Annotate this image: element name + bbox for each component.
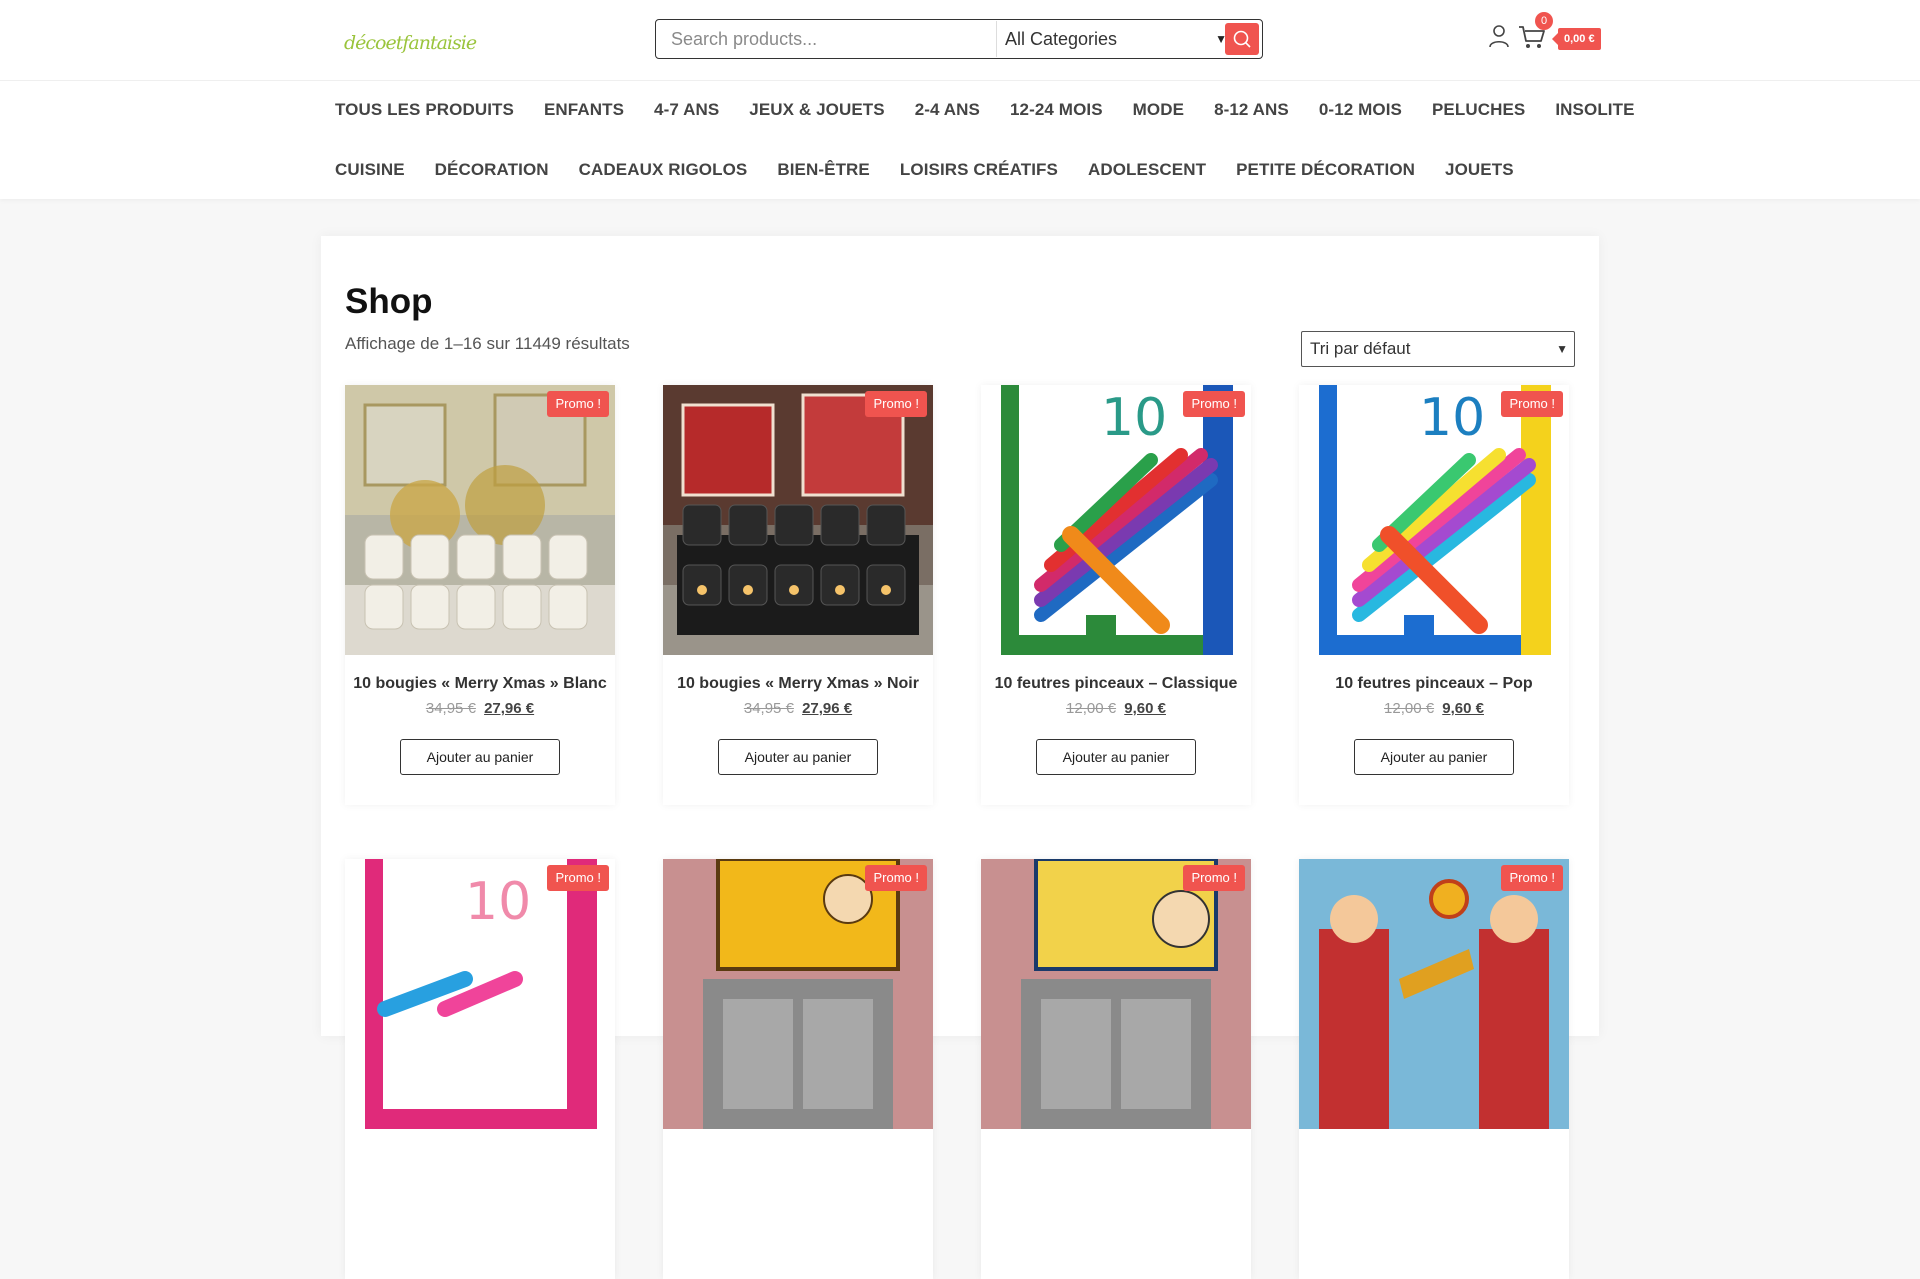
nav-item-4-7-ans[interactable]: 4-7 ANS xyxy=(654,100,719,120)
nav-item-12-24-mois[interactable]: 12-24 MOIS xyxy=(1010,100,1103,120)
top-bar: décoetfantaisie All Categories ▼ xyxy=(0,0,1920,81)
add-to-cart-button[interactable]: Ajouter au panier xyxy=(1354,739,1514,775)
add-to-cart-button[interactable]: Ajouter au panier xyxy=(718,739,878,775)
promo-badge: Promo ! xyxy=(547,391,609,417)
promo-badge: Promo ! xyxy=(1501,391,1563,417)
promo-badge: Promo ! xyxy=(547,865,609,891)
product-name[interactable]: 10 bougies « Merry Xmas » Blanc xyxy=(345,675,615,693)
chevron-down-icon: ▼ xyxy=(1556,342,1568,356)
product-card[interactable]: Promo ! xyxy=(981,859,1251,1279)
nav-item-0-12-mois[interactable]: 0-12 MOIS xyxy=(1319,100,1402,120)
nav-item-peluches[interactable]: PELUCHES xyxy=(1432,100,1525,120)
nav-item-8-12-ans[interactable]: 8-12 ANS xyxy=(1214,100,1289,120)
product-price: 34,95 € 27,96 € xyxy=(345,700,615,717)
search-input[interactable] xyxy=(657,21,995,57)
nav-item-bien-etre[interactable]: BIEN-ÊTRE xyxy=(777,160,870,180)
product-image-brush-pens-classic[interactable]: 10 Promo ! xyxy=(981,385,1251,655)
sale-price: 9,60 € xyxy=(1124,700,1166,717)
nav-item-jouets[interactable]: JOUETS xyxy=(1445,160,1514,180)
sale-price: 27,96 € xyxy=(484,700,535,717)
nav-row-1: TOUS LES PRODUITS ENFANTS 4-7 ANS JEUX &… xyxy=(335,80,1665,140)
cart-count-badge: 0 xyxy=(1535,12,1553,30)
product-card[interactable]: 10 Promo ! 10 feutres pinceaux – Pop 12,… xyxy=(1299,385,1569,805)
product-image-brush-pens-pink[interactable]: 10 Promo ! xyxy=(345,859,615,1129)
promo-badge: Promo ! xyxy=(865,865,927,891)
site-logo[interactable]: décoetfantaisie xyxy=(344,27,477,59)
site-header: décoetfantaisie All Categories ▼ xyxy=(0,0,1920,199)
nav-item-petite-decoration[interactable]: PETITE DÉCORATION xyxy=(1236,160,1415,180)
old-price: 34,95 € xyxy=(425,700,476,717)
nav-item-tous-les-produits[interactable]: TOUS LES PRODUITS xyxy=(335,100,514,120)
add-to-cart-button[interactable]: Ajouter au panier xyxy=(1036,739,1196,775)
category-select[interactable]: All Categories ▼ xyxy=(1005,20,1233,58)
add-to-cart-button[interactable]: Ajouter au panier xyxy=(400,739,560,775)
product-image-100-blagues-pourquoi[interactable]: Promo ! xyxy=(663,859,933,1129)
product-image-100-couples-celebres[interactable]: Promo ! xyxy=(981,859,1251,1129)
product-card[interactable]: Promo ! 10 bougies « Merry Xmas » Blanc … xyxy=(345,385,615,805)
nav-item-2-4-ans[interactable]: 2-4 ANS xyxy=(915,100,980,120)
product-card[interactable]: Promo ! 10 bougies « Merry Xmas » Noir 3… xyxy=(663,385,933,805)
promo-badge: Promo ! xyxy=(865,391,927,417)
product-price: 34,95 € 27,96 € xyxy=(663,700,933,717)
product-price: 12,00 € 9,60 € xyxy=(981,700,1251,717)
product-name[interactable]: 10 bougies « Merry Xmas » Noir xyxy=(663,675,933,693)
nav-item-decoration[interactable]: DÉCORATION xyxy=(435,160,549,180)
product-card[interactable]: Promo ! xyxy=(1299,859,1569,1279)
product-price: 12,00 € 9,60 € xyxy=(1299,700,1569,717)
shop-content: Shop Affichage de 1–16 sur 11449 résulta… xyxy=(321,236,1599,1279)
result-count: Affichage de 1–16 sur 11449 résultats xyxy=(345,334,630,353)
product-card[interactable]: Promo ! xyxy=(663,859,933,1279)
user-account-icon[interactable] xyxy=(1488,24,1510,48)
product-card[interactable]: 10 Promo ! xyxy=(345,859,615,1279)
product-image-black-candles[interactable]: Promo ! xyxy=(663,385,933,655)
promo-badge: Promo ! xyxy=(1183,865,1245,891)
search-icon xyxy=(1233,30,1251,48)
sale-price: 9,60 € xyxy=(1442,700,1484,717)
product-image-marching-band-game[interactable]: Promo ! xyxy=(1299,859,1569,1129)
old-price: 12,00 € xyxy=(1384,700,1435,717)
search-form: All Categories ▼ xyxy=(655,19,1263,59)
category-select-value: All Categories xyxy=(1005,29,1118,49)
sort-select-value: Tri par défaut xyxy=(1310,339,1411,358)
sale-price: 27,96 € xyxy=(802,700,853,717)
nav-item-loisirs-creatifs[interactable]: LOISIRS CRÉATIFS xyxy=(900,160,1058,180)
nav-item-jeux-jouets[interactable]: JEUX & JOUETS xyxy=(749,100,884,120)
svg-text:10: 10 xyxy=(465,872,531,932)
product-name[interactable]: 10 feutres pinceaux – Pop xyxy=(1299,675,1569,693)
sort-select[interactable]: Tri par défaut ▼ xyxy=(1301,331,1575,367)
product-name[interactable]: 10 feutres pinceaux – Classique xyxy=(981,675,1251,693)
nav-row-2: CUISINE DÉCORATION CADEAUX RIGOLOS BIEN-… xyxy=(335,140,1544,200)
cart-total-badge[interactable]: 0,00 € xyxy=(1552,28,1601,50)
nav-item-cuisine[interactable]: CUISINE xyxy=(335,160,405,180)
nav-item-cadeaux-rigolos[interactable]: CADEAUX RIGOLOS xyxy=(579,160,748,180)
svg-text:10: 10 xyxy=(1101,388,1167,448)
promo-badge: Promo ! xyxy=(1183,391,1245,417)
old-price: 12,00 € xyxy=(1066,700,1117,717)
search-button[interactable] xyxy=(1225,23,1259,55)
svg-text:10: 10 xyxy=(1419,388,1485,448)
nav-item-mode[interactable]: MODE xyxy=(1133,100,1184,120)
nav-item-enfants[interactable]: ENFANTS xyxy=(544,100,624,120)
page-title: Shop xyxy=(345,282,433,321)
search-divider xyxy=(996,21,997,57)
product-image-brush-pens-pop[interactable]: 10 Promo ! xyxy=(1299,385,1569,655)
old-price: 34,95 € xyxy=(743,700,794,717)
product-card[interactable]: 10 Promo ! 10 feutres pinceaux – Classiq… xyxy=(981,385,1251,805)
product-image-white-candles[interactable]: Promo ! xyxy=(345,385,615,655)
nav-item-adolescent[interactable]: ADOLESCENT xyxy=(1088,160,1206,180)
promo-badge: Promo ! xyxy=(1501,865,1563,891)
nav-item-insolite[interactable]: INSOLITE xyxy=(1555,100,1634,120)
